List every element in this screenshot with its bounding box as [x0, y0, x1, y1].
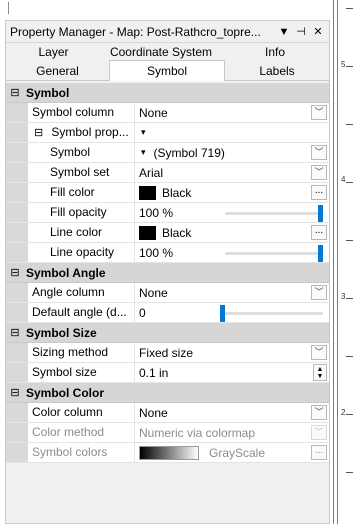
symbol-colors-picker: GrayScale ...: [135, 443, 329, 462]
row-label: Symbol set: [28, 163, 135, 182]
collapse-icon[interactable]: ⊟: [8, 386, 22, 399]
row-label: Fill opacity: [28, 203, 135, 222]
dropdown-icon[interactable]: ▼: [277, 26, 291, 38]
chevron-down-icon[interactable]: ﹀: [311, 285, 327, 300]
row-label: Color method: [28, 423, 135, 442]
colormap-gradient: [139, 445, 199, 460]
row-line-opacity: Line opacity 100 %: [6, 243, 329, 263]
color-column-select[interactable]: None ﹀: [135, 403, 329, 422]
section-symbol[interactable]: ⊟ Symbol: [6, 83, 329, 103]
row-default-angle: Default angle (d... 0: [6, 303, 329, 323]
ellipsis-icon: ...: [311, 445, 327, 460]
spinner-icon[interactable]: ▲ ▼: [313, 364, 327, 381]
top-divider: [8, 2, 9, 14]
section-title: Symbol Size: [26, 325, 97, 340]
row-fill-opacity: Fill opacity 100 %: [6, 203, 329, 223]
collapse-icon[interactable]: ⊟: [34, 124, 48, 142]
row-label: Symbol colors: [28, 443, 135, 462]
property-grid: ⊟ Symbol Symbol column None ﹀ ⊟ Symbol p…: [6, 83, 329, 463]
section-symbol-angle[interactable]: ⊟ Symbol Angle: [6, 263, 329, 283]
section-title: Symbol: [26, 85, 70, 100]
row-symbol-properties: ⊟ Symbol prop... ▾: [6, 123, 329, 143]
ruler-label: 3: [341, 292, 346, 301]
color-swatch: [139, 185, 156, 200]
tab-labels[interactable]: Labels: [225, 62, 329, 80]
ellipsis-icon[interactable]: ...: [311, 225, 327, 240]
line-opacity-input[interactable]: 100 %: [139, 246, 173, 260]
caret-down-icon[interactable]: ▾: [141, 147, 146, 158]
row-label: Sizing method: [28, 343, 135, 362]
row-color-column: Color column None ﹀: [6, 403, 329, 423]
row-label: Angle column: [28, 283, 135, 302]
row-symbol: Symbol ▾ (Symbol 719) ﹀: [6, 143, 329, 163]
ruler-label: 4: [341, 175, 346, 184]
collapse-icon[interactable]: ⊟: [8, 86, 22, 99]
pin-icon[interactable]: ⊣: [294, 25, 308, 38]
line-color-picker[interactable]: Black ...: [135, 223, 329, 242]
row-line-color: Line color Black ...: [6, 223, 329, 243]
tab-layer[interactable]: Layer: [6, 43, 101, 62]
symbol-picker[interactable]: ▾ (Symbol 719) ﹀: [135, 143, 329, 162]
row-label: Fill color: [28, 183, 135, 202]
chevron-down-icon[interactable]: ﹀: [311, 405, 327, 420]
row-label: Line opacity: [28, 243, 135, 262]
property-manager-panel: Property Manager - Map: Post-Rathcro_top…: [5, 20, 330, 524]
row-label: Line color: [28, 223, 135, 242]
vertical-ruler: 5 4 3 2: [330, 0, 353, 524]
default-angle-input[interactable]: 0: [139, 306, 146, 320]
symbol-set-select[interactable]: Arial ﹀: [135, 163, 329, 182]
default-angle-slider[interactable]: [220, 305, 323, 322]
chevron-down-icon[interactable]: ﹀: [311, 145, 327, 160]
fill-opacity-slider[interactable]: [225, 205, 323, 222]
section-symbol-color[interactable]: ⊟ Symbol Color: [6, 383, 329, 403]
row-symbol-set: Symbol set Arial ﹀: [6, 163, 329, 183]
row-color-method: Color method Numeric via colormap ﹀: [6, 423, 329, 443]
row-label: Symbol size: [28, 363, 135, 382]
tab-info[interactable]: Info: [221, 43, 329, 62]
fill-opacity-input[interactable]: 100 %: [139, 206, 173, 220]
chevron-down-icon[interactable]: ﹀: [311, 345, 327, 360]
tabs-row-2: General Symbol Labels: [6, 60, 329, 81]
ellipsis-icon[interactable]: ...: [311, 185, 327, 200]
color-swatch: [139, 225, 156, 240]
row-symbol-size: Symbol size 0.1 in ▲ ▼: [6, 363, 329, 383]
top-strip: [0, 0, 335, 20]
section-symbol-size[interactable]: ⊟ Symbol Size: [6, 323, 329, 343]
row-label: Symbol prop...: [51, 125, 129, 139]
row-label: Symbol column: [28, 103, 135, 122]
collapse-icon[interactable]: ⊟: [8, 266, 22, 279]
chevron-down-icon: ﹀: [311, 425, 327, 440]
row-symbol-colors: Symbol colors GrayScale ...: [6, 443, 329, 463]
panel-title: Property Manager - Map: Post-Rathcro_top…: [10, 24, 261, 39]
fill-color-picker[interactable]: Black ...: [135, 183, 329, 202]
section-title: Symbol Angle: [26, 265, 106, 280]
symbol-column-select[interactable]: None ﹀: [135, 103, 329, 122]
slider-thumb[interactable]: [318, 245, 323, 262]
caret-down-icon[interactable]: ▾: [141, 127, 146, 138]
symbol-size-input[interactable]: 0.1 in ▲ ▼: [135, 363, 329, 382]
tab-symbol[interactable]: Symbol: [109, 60, 225, 81]
ruler-label: 2: [341, 408, 346, 417]
collapse-icon[interactable]: ⊟: [8, 326, 22, 339]
row-label: Symbol: [28, 143, 135, 162]
color-method-select: Numeric via colormap ﹀: [135, 423, 329, 442]
slider-thumb[interactable]: [220, 305, 225, 322]
chevron-down-icon[interactable]: ﹀: [311, 105, 327, 120]
row-fill-color: Fill color Black ...: [6, 183, 329, 203]
sizing-method-select[interactable]: Fixed size ﹀: [135, 343, 329, 362]
close-icon[interactable]: ✕: [311, 25, 325, 38]
slider-thumb[interactable]: [318, 205, 323, 222]
angle-column-select[interactable]: None ﹀: [135, 283, 329, 302]
line-opacity-slider[interactable]: [225, 245, 323, 262]
title-bar: Property Manager - Map: Post-Rathcro_top…: [6, 21, 329, 43]
row-sizing-method: Sizing method Fixed size ﹀: [6, 343, 329, 363]
section-title: Symbol Color: [26, 385, 105, 400]
ruler-label: 5: [341, 60, 346, 69]
row-label: Default angle (d...: [28, 303, 135, 322]
row-angle-column: Angle column None ﹀: [6, 283, 329, 303]
row-symbol-column: Symbol column None ﹀: [6, 103, 329, 123]
chevron-down-icon[interactable]: ﹀: [311, 165, 327, 180]
tab-general[interactable]: General: [6, 62, 109, 80]
row-label: Color column: [28, 403, 135, 422]
